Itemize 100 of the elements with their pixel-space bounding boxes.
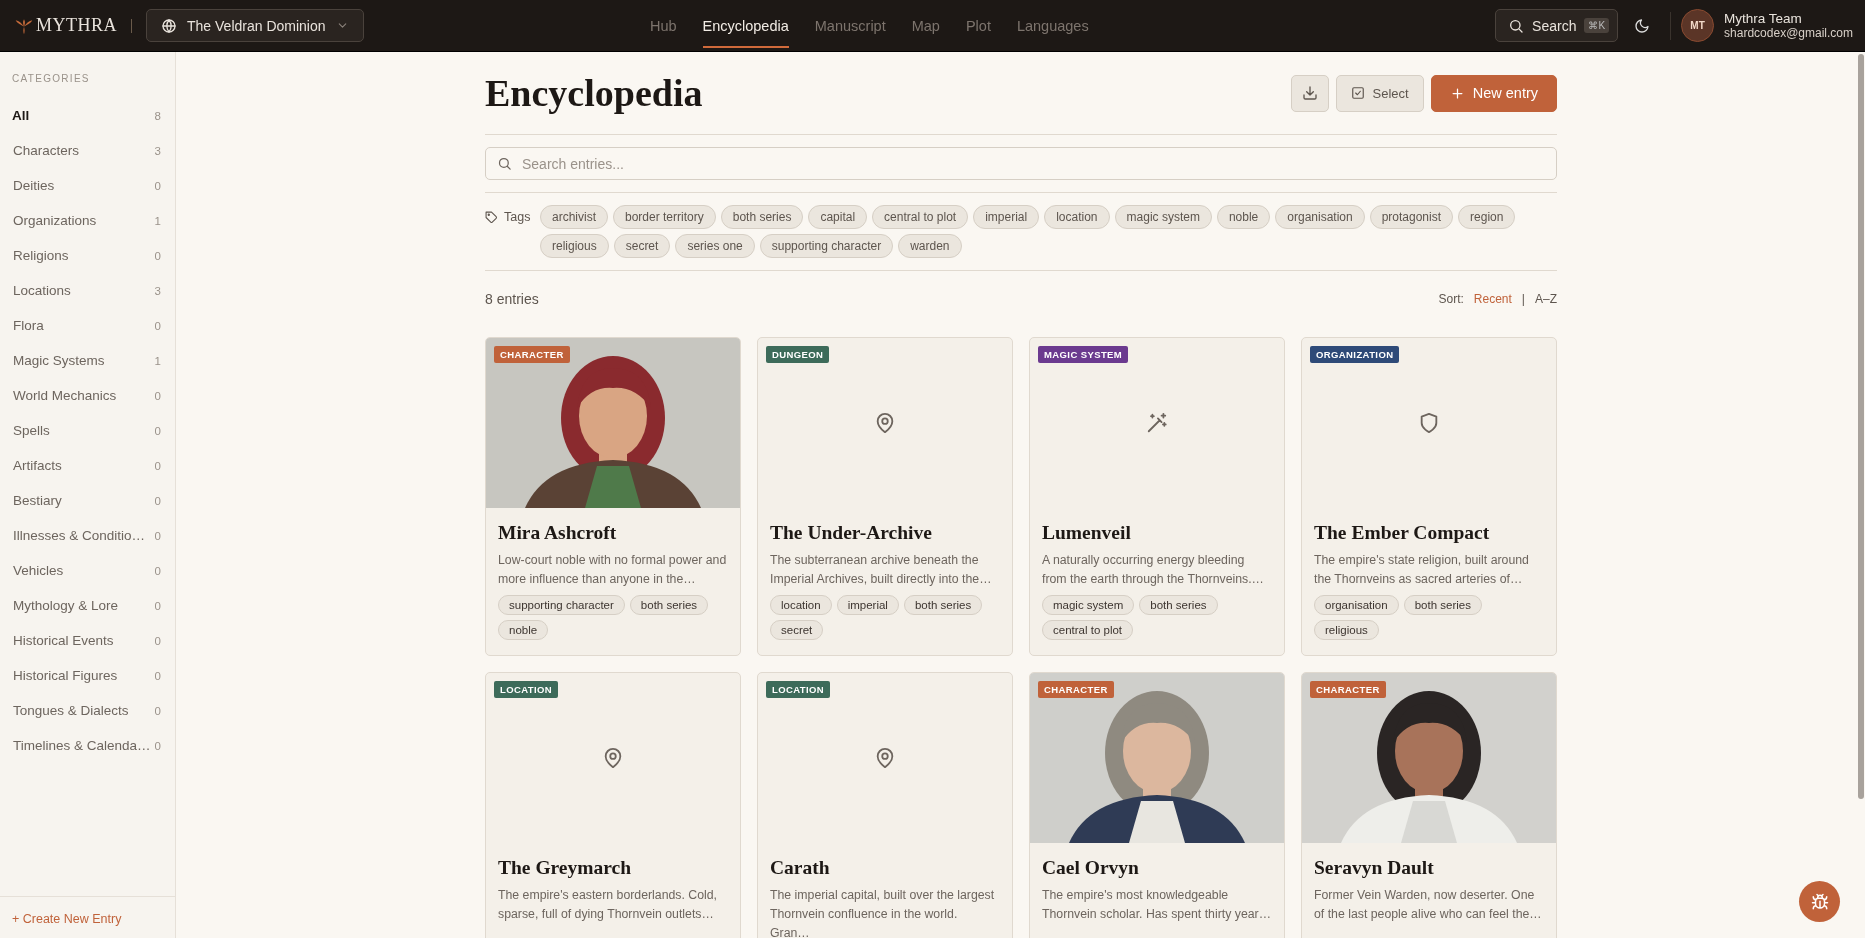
entry-title[interactable]: Lumenveil — [1042, 522, 1272, 544]
entry-description: Low-court noble with no formal power and more influence than anyone in the… — [498, 552, 728, 588]
map-pin-icon — [602, 747, 624, 769]
entry-title[interactable]: The Ember Compact — [1314, 522, 1544, 544]
category-item[interactable]: Timelines & Calenda… 0 — [0, 728, 175, 763]
tag-chip[interactable]: imperial — [836, 595, 899, 615]
scrollbar[interactable] — [1858, 54, 1864, 799]
category-count: 0 — [154, 669, 161, 682]
category-item[interactable]: Bestiary 0 — [0, 483, 175, 518]
moon-icon[interactable] — [1634, 17, 1651, 34]
bug-report-button[interactable] — [1799, 881, 1840, 922]
tag-filter[interactable]: supporting character — [759, 234, 894, 258]
category-item[interactable]: Characters 3 — [0, 133, 175, 168]
entry-description: The imperial capital, built over the largest Thornvein confluence in the world. Gran… — [770, 887, 996, 938]
category-count: 8 — [154, 109, 161, 122]
tag-filter[interactable]: location — [1044, 205, 1110, 229]
tag-chip[interactable]: both series — [1403, 595, 1482, 615]
create-entry-link[interactable]: + Create New Entry — [12, 912, 122, 926]
category-badge: CHARACTER — [1038, 681, 1114, 698]
sort-option[interactable]: A–Z — [1535, 292, 1557, 306]
category-item[interactable]: Tongues & Dialects 0 — [0, 693, 175, 728]
user-avatar[interactable]: MT — [1681, 9, 1715, 42]
checkbox-icon — [1350, 86, 1365, 100]
tag-filter[interactable]: imperial — [973, 205, 1040, 229]
shortcut-key: ⌘K — [1584, 18, 1610, 33]
tag-filter[interactable]: noble — [1216, 205, 1271, 229]
select-button[interactable]: Select — [1335, 74, 1424, 112]
search-button[interactable]: Search ⌘K — [1495, 9, 1619, 42]
category-count: 0 — [154, 494, 161, 507]
category-item[interactable]: Illnesses & Conditio… 0 — [0, 518, 175, 553]
user-name: Mythra Team — [1724, 10, 1803, 26]
category-item[interactable]: Vehicles 0 — [0, 553, 175, 588]
tag-chip[interactable]: organisation — [1314, 595, 1399, 615]
new-entry-button[interactable]: New entry — [1430, 74, 1557, 112]
nav-tab[interactable]: Plot — [965, 3, 991, 48]
tag-chip[interactable]: location — [770, 595, 832, 615]
nav-tab[interactable]: Hub — [649, 3, 677, 48]
category-badge: CHARACTER — [494, 346, 570, 363]
tag-filter[interactable]: region — [1458, 205, 1516, 229]
category-item[interactable]: All 8 — [0, 98, 175, 133]
tag-chip[interactable]: magic system — [1042, 595, 1135, 615]
category-item[interactable]: Locations 3 — [0, 273, 175, 308]
entry-title[interactable]: Cael Orvyn — [1042, 857, 1272, 879]
category-item[interactable]: Organizations 1 — [0, 203, 175, 238]
entry-title[interactable]: The Greymarch — [498, 857, 728, 879]
tag-filter[interactable]: secret — [613, 234, 671, 258]
tag-filter[interactable]: capital — [808, 205, 868, 229]
category-item[interactable]: Mythology & Lore 0 — [0, 588, 175, 623]
search-field[interactable]: Search entries... — [485, 147, 1557, 180]
category-count: 3 — [154, 144, 161, 157]
entry-title[interactable]: Mira Ashcroft — [498, 522, 728, 544]
category-count: 1 — [154, 354, 161, 367]
category-item[interactable]: Deities 0 — [0, 168, 175, 203]
download-button[interactable] — [1290, 74, 1329, 112]
tag-filter[interactable]: series one — [675, 234, 755, 258]
tag-filter[interactable]: warden — [898, 234, 962, 258]
category-count: 0 — [154, 564, 161, 577]
tag-chip[interactable]: both series — [629, 595, 709, 615]
nav-tab[interactable]: Languages — [1016, 3, 1089, 48]
tag-filter[interactable]: central to plot — [872, 205, 969, 229]
nav-tab[interactable]: Map — [911, 3, 940, 48]
tag-filter[interactable]: religious — [540, 234, 609, 258]
tag-chip[interactable]: central to plot — [1042, 620, 1134, 640]
tag-filter[interactable]: protagonist — [1369, 205, 1454, 229]
tag-chip[interactable]: both series — [1139, 595, 1218, 615]
nav-tab[interactable]: Encyclopedia — [702, 3, 789, 48]
tag-chip[interactable]: noble — [498, 620, 549, 640]
category-count: 3 — [154, 284, 161, 297]
bug-icon — [1810, 892, 1829, 911]
tag-icon — [485, 210, 498, 224]
category-item[interactable]: Flora 0 — [0, 308, 175, 343]
category-count: 0 — [154, 424, 161, 437]
category-item[interactable]: Religions 0 — [0, 238, 175, 273]
entry-description: Former Vein Warden, now deserter. One of the last people alive who can feel the… — [1314, 887, 1543, 923]
tag-filter[interactable]: border territory — [613, 205, 716, 229]
entry-title[interactable]: Seravyn Dault — [1314, 857, 1544, 879]
tags-label: Tags — [504, 210, 531, 224]
tag-chip[interactable]: religious — [1314, 620, 1379, 640]
tag-filter[interactable]: both series — [720, 205, 804, 229]
world-selector[interactable]: The Veldran Dominion — [146, 9, 364, 42]
category-badge: CHARACTER — [1310, 681, 1386, 698]
category-badge: LOCATION — [766, 681, 831, 698]
shield-icon — [1418, 412, 1440, 434]
category-item[interactable]: Historical Events 0 — [0, 623, 175, 658]
category-item[interactable]: Artifacts 0 — [0, 448, 175, 483]
tag-chip[interactable]: supporting character — [498, 595, 625, 615]
tag-filter[interactable]: magic system — [1114, 205, 1212, 229]
nav-tab[interactable]: Manuscript — [814, 3, 886, 48]
tag-filter[interactable]: organisation — [1275, 205, 1365, 229]
tag-filter[interactable]: archivist — [540, 205, 608, 229]
entry-title[interactable]: Carath — [770, 857, 1000, 879]
tag-chip[interactable]: secret — [770, 620, 824, 640]
category-item[interactable]: Spells 0 — [0, 413, 175, 448]
sort-option[interactable]: Recent — [1473, 292, 1512, 306]
category-item[interactable]: Magic Systems 1 — [0, 343, 175, 378]
category-item[interactable]: Historical Figures 0 — [0, 658, 175, 693]
category-item[interactable]: World Mechanics 0 — [0, 378, 175, 413]
category-badge: LOCATION — [494, 681, 559, 698]
entry-title[interactable]: The Under-Archive — [770, 522, 1000, 544]
tag-chip[interactable]: both series — [903, 595, 983, 615]
